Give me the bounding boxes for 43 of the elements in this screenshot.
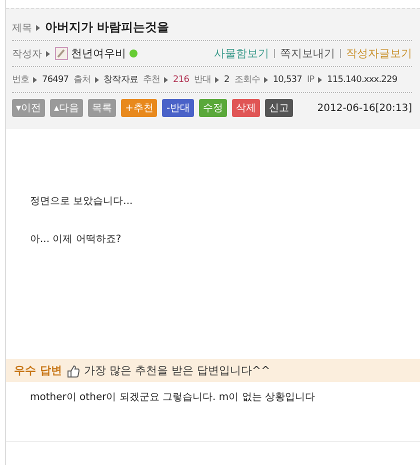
body-text: 아... 이제 어떡하죠? — [30, 233, 122, 246]
triangle-icon — [46, 50, 50, 56]
meta-value: 115.140.xxx.229 — [327, 74, 398, 84]
meta-label: IP — [306, 74, 314, 84]
meta-value: 2 — [224, 74, 230, 84]
thumbs-up-icon — [66, 364, 80, 378]
avatar-icon — [55, 47, 68, 60]
meta-value: 216 — [173, 74, 190, 84]
action-button[interactable]: -반대 — [162, 99, 194, 117]
title-label: 제목 — [12, 22, 32, 34]
best-answer-note: 가장 많은 추천을 받은 답변입니다^^ — [84, 363, 270, 378]
profile-link[interactable]: 쪽지보내기 — [280, 46, 335, 61]
best-answer-label: 우수 답변 — [14, 363, 62, 378]
action-button[interactable]: 신고 — [265, 99, 294, 117]
triangle-icon — [318, 76, 322, 82]
triangle-icon — [164, 76, 168, 82]
author-label: 작성자 — [12, 48, 42, 60]
triangle-icon — [36, 24, 40, 30]
answer-text: mother이 other이 되겠군요 그렇습니다. m이 없는 상황입니다 — [30, 391, 316, 404]
author-name[interactable]: 천년여우비 — [71, 46, 126, 61]
profile-link[interactable]: 사물함보기 — [214, 46, 269, 61]
triangle-icon — [264, 76, 268, 82]
triangle-icon — [33, 76, 37, 82]
body-text: 정면으로 보았습니다... — [30, 195, 134, 208]
action-button[interactable]: +추천 — [121, 99, 158, 117]
action-button[interactable]: 수정 — [199, 99, 228, 117]
triangle-icon — [215, 76, 220, 82]
post-date: 2012-06-16[20:13] — [317, 102, 412, 114]
meta-value: 76497 — [42, 74, 69, 84]
meta-label: 출처 — [74, 74, 91, 86]
meta-value: 창작자료 — [104, 74, 138, 86]
meta-label: 추천 — [143, 74, 160, 86]
action-button[interactable]: ▴다음 — [50, 99, 84, 117]
triangle-icon — [94, 76, 99, 82]
meta-label: 조회수 — [234, 74, 260, 86]
meta-label: 반대 — [194, 74, 212, 86]
action-button[interactable]: ▾이전 — [12, 99, 46, 117]
action-button[interactable]: 삭제 — [232, 99, 260, 117]
post-title: 아버지가 바람피는것을 — [45, 19, 170, 36]
meta-value: 10,537 — [272, 74, 302, 84]
profile-link[interactable]: 작성자글보기 — [346, 46, 412, 61]
action-button[interactable]: 목록 — [88, 99, 116, 117]
meta-label: 번호 — [12, 74, 29, 86]
